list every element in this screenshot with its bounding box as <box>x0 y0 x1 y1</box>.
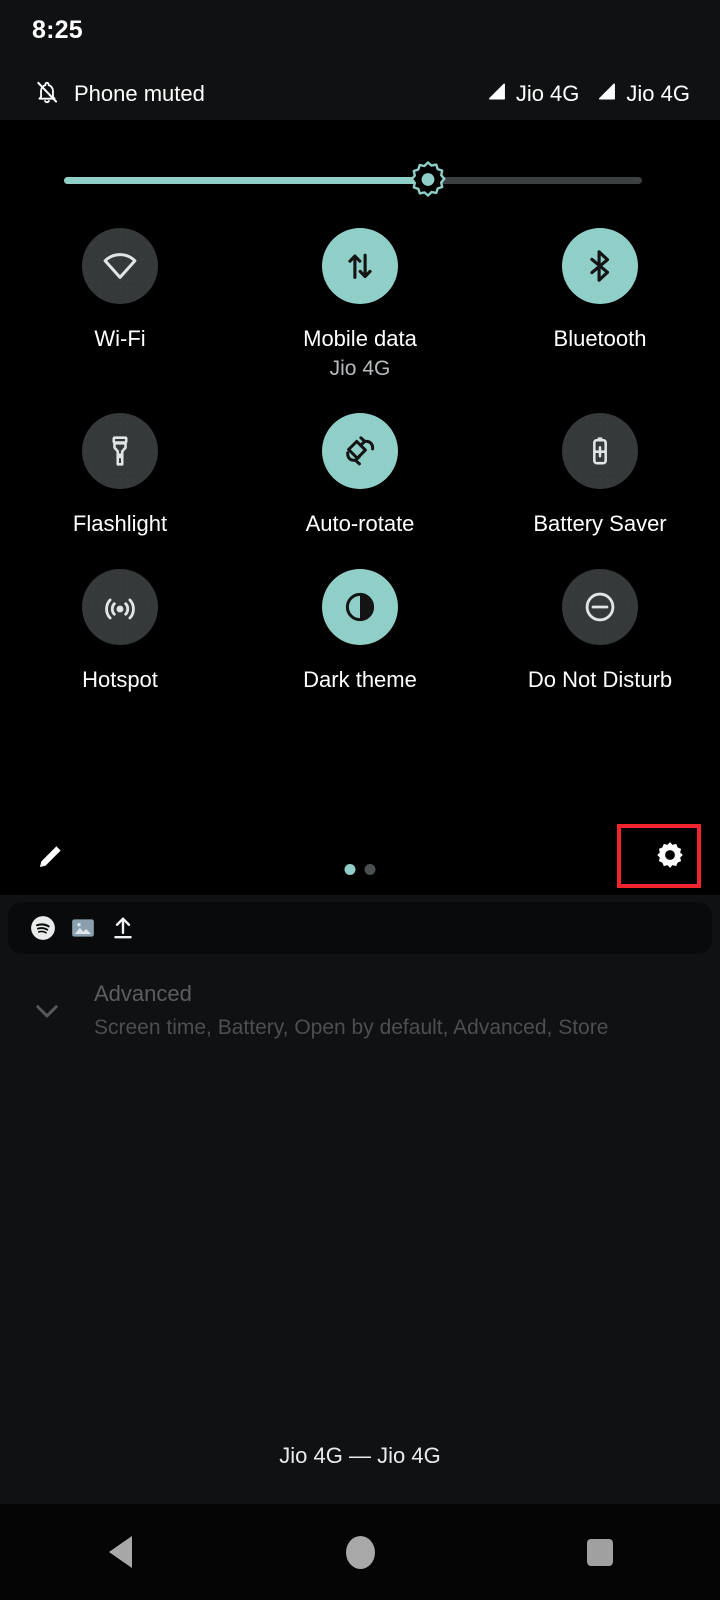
signal-group-sim2: Jio 4G <box>595 80 690 108</box>
qs-tile-label: Wi-Fi <box>94 326 146 351</box>
status-left-group: Phone muted <box>0 79 205 110</box>
qs-tile-label: Flashlight <box>72 511 168 536</box>
upload-icon[interactable] <box>110 915 136 941</box>
quick-settings-panel: Wi-Fi Mobile data Jio 4G Bluetooth Flash… <box>0 120 720 895</box>
gear-icon[interactable] <box>644 829 696 881</box>
image-icon[interactable] <box>70 915 96 941</box>
qs-tile-label: Do Not Disturb <box>527 667 673 692</box>
notification-icon-strip[interactable] <box>8 902 712 954</box>
navigation-bar <box>0 1504 720 1600</box>
quick-settings-footer <box>0 815 720 895</box>
qs-tile-auto-rotate[interactable]: Auto-rotate <box>240 405 480 537</box>
qs-tile-label: Mobile data <box>303 326 417 351</box>
signal-bar-icon <box>595 80 618 108</box>
qs-tile-label: Bluetooth <box>553 326 647 351</box>
status-right-group: Jio 4G Jio 4G <box>485 80 720 108</box>
status-row: Phone muted Jio 4G Jio 4G <box>0 76 720 112</box>
qs-tile-flashlight[interactable]: Flashlight <box>0 405 240 537</box>
brightness-fill <box>64 177 429 184</box>
qs-tile-dark-theme[interactable]: Dark theme <box>240 561 480 693</box>
qs-tile-wifi[interactable]: Wi-Fi <box>0 220 240 381</box>
brightness-sun-icon[interactable] <box>408 160 448 200</box>
home-circle-icon[interactable] <box>324 1516 396 1588</box>
dark-theme-icon[interactable] <box>322 569 398 645</box>
qs-tile-do-not-disturb[interactable]: Do Not Disturb <box>480 561 720 693</box>
qs-tile-battery-saver[interactable]: Battery Saver <box>480 405 720 537</box>
qs-tile-label: Battery Saver <box>533 511 667 536</box>
spotify-icon[interactable] <box>30 915 56 941</box>
qs-tile-label: Hotspot <box>82 667 158 692</box>
phone-muted-label: Phone muted <box>74 81 205 106</box>
signal-bar-icon <box>485 80 508 108</box>
qs-tile-hotspot[interactable]: Hotspot <box>0 561 240 693</box>
page-indicator-dots[interactable] <box>344 864 376 875</box>
qs-tile-mobile-data[interactable]: Mobile data Jio 4G <box>240 220 480 381</box>
do-not-disturb-icon[interactable] <box>562 569 638 645</box>
qs-tile-sublabel: Jio 4G <box>329 357 391 380</box>
signal-label-sim1: Jio 4G <box>515 81 580 106</box>
chevron-down-icon <box>30 994 64 1028</box>
phone-screen: Advanced Screen time, Battery, Open by d… <box>0 0 720 1600</box>
back-triangle-icon[interactable] <box>84 1516 156 1588</box>
advanced-subtitle: Screen time, Battery, Open by default, A… <box>94 1016 609 1039</box>
status-bar: 8:25 Phone muted Jio 4G Jio 4G <box>0 0 720 120</box>
page-dot-1[interactable] <box>344 864 356 875</box>
advanced-texts: Advanced Screen time, Battery, Open by d… <box>94 974 608 1044</box>
pencil-edit-icon[interactable] <box>30 835 72 877</box>
qs-tile-bluetooth[interactable]: Bluetooth <box>480 220 720 381</box>
signal-label-sim2: Jio 4G <box>626 81 690 106</box>
flashlight-icon[interactable] <box>82 413 158 489</box>
qs-tile-label: Auto-rotate <box>305 511 415 536</box>
qs-tile-label: Dark theme <box>303 667 417 692</box>
recents-square-icon[interactable] <box>564 1516 636 1588</box>
auto-rotate-icon[interactable] <box>322 413 398 489</box>
quick-settings-tile-grid: Wi-Fi Mobile data Jio 4G Bluetooth Flash… <box>0 220 720 693</box>
brightness-slider[interactable] <box>64 160 642 200</box>
advanced-expand-row[interactable]: Advanced Screen time, Battery, Open by d… <box>0 970 720 1050</box>
signal-group-sim1: Jio 4G <box>485 80 580 108</box>
wifi-off-icon[interactable] <box>82 228 158 304</box>
carrier-label: Jio 4G — Jio 4G <box>279 1443 441 1468</box>
status-clock: 8:25 <box>32 16 83 44</box>
bell-off-icon <box>34 79 60 110</box>
advanced-title: Advanced <box>94 981 192 1006</box>
hotspot-icon[interactable] <box>82 569 158 645</box>
bluetooth-icon[interactable] <box>562 228 638 304</box>
page-dot-2[interactable] <box>364 864 376 875</box>
battery-saver-icon[interactable] <box>562 413 638 489</box>
mobile-data-icon[interactable] <box>322 228 398 304</box>
